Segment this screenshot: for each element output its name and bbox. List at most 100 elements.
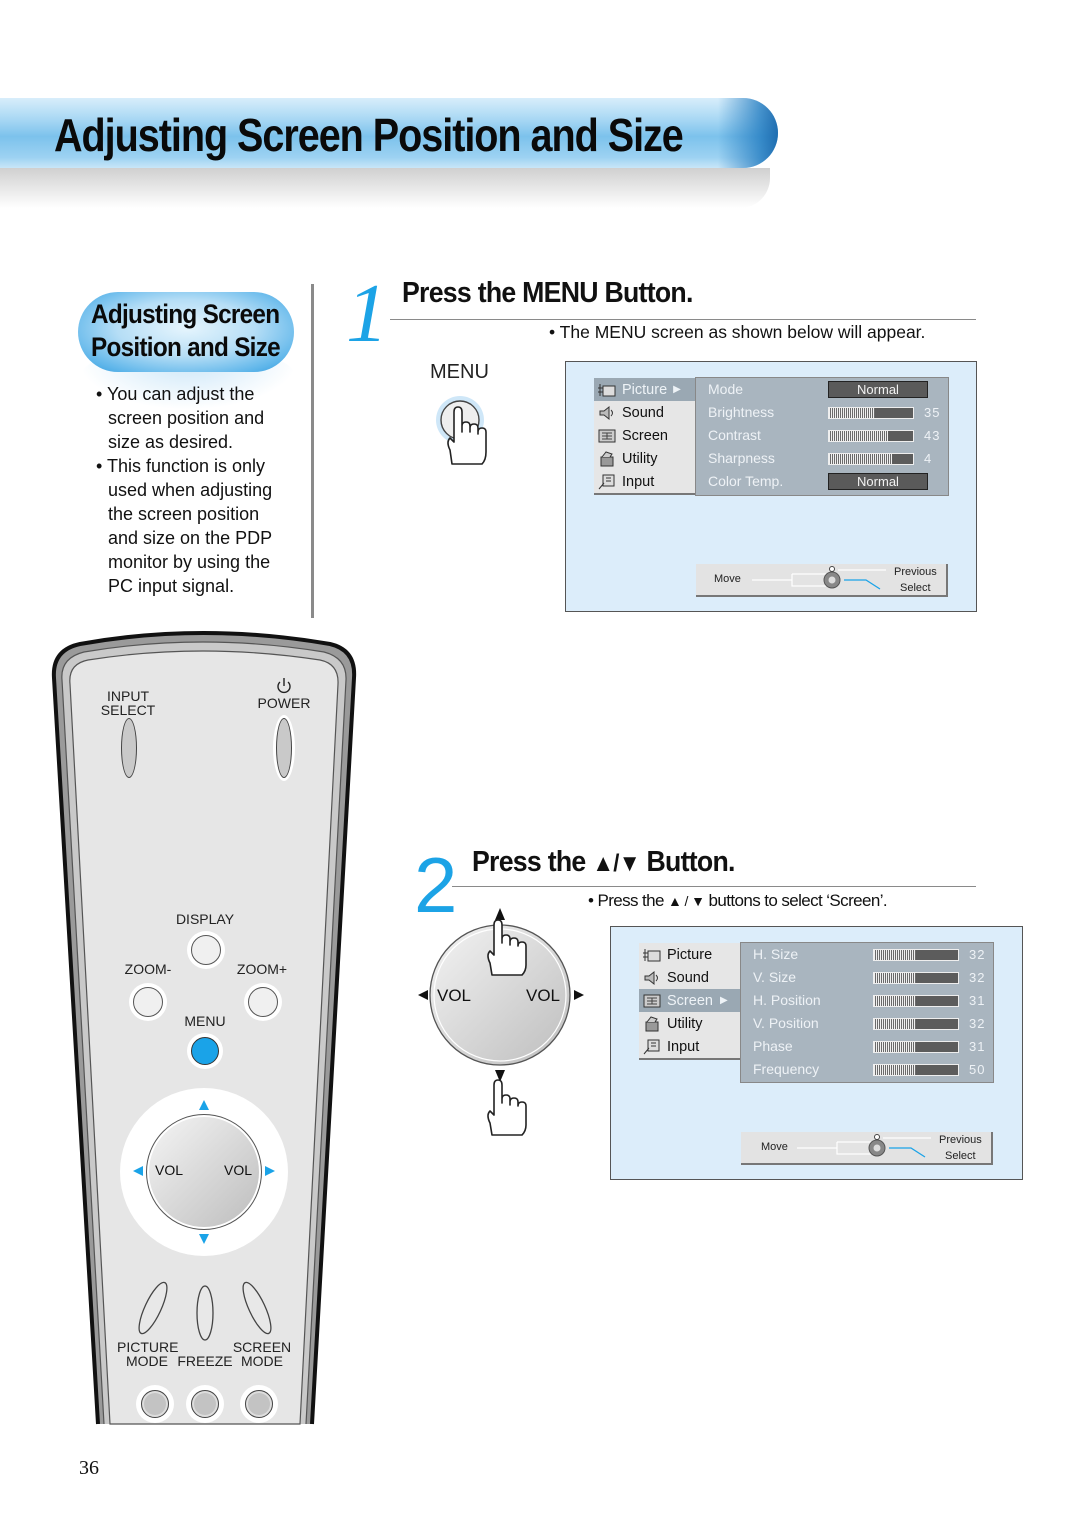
- dpad-vol-right-label: VOL: [526, 986, 561, 1005]
- osd2-setting-frequency[interactable]: Frequency 50: [741, 1058, 993, 1081]
- setting-slider[interactable]: [873, 1064, 959, 1076]
- input-select-label: INPUT SELECT: [98, 689, 158, 717]
- menu-button-label: MENU: [430, 361, 489, 383]
- menu-button-press-illustration[interactable]: [428, 390, 498, 480]
- remote-left-arrow-icon[interactable]: [133, 1166, 143, 1176]
- picture-mode-button[interactable]: [134, 1279, 172, 1337]
- setting-slider[interactable]: [873, 949, 959, 961]
- setting-select-value[interactable]: Normal: [828, 381, 928, 398]
- nav-move-label: Move: [761, 1141, 788, 1153]
- setting-label: Sharpness: [708, 450, 775, 466]
- screen-icon: [643, 994, 661, 1007]
- remote-bottom-button-1[interactable]: [141, 1390, 169, 1418]
- osd2-setting-v-size[interactable]: V. Size 32: [741, 966, 993, 989]
- osd1-setting-sharpness[interactable]: Sharpness 4: [696, 447, 948, 470]
- osd2-setting-h-size[interactable]: H. Size 32: [741, 943, 993, 966]
- dpad-press-illustration: [418, 908, 584, 1136]
- picture-icon: [598, 383, 616, 396]
- osd1-menu-item-screen[interactable]: Screen: [594, 424, 695, 447]
- setting-label: V. Position: [753, 1015, 819, 1031]
- section-heading-line2: Position and Size: [91, 332, 281, 362]
- setting-label: Phase: [753, 1038, 793, 1054]
- setting-value: 32: [969, 970, 986, 985]
- nav-move-label: Move: [714, 573, 741, 585]
- osd1-settings-panel: Mode Normal Brightness 35 Contrast 43 Sh…: [695, 377, 949, 496]
- osd1-setting-contrast[interactable]: Contrast 43: [696, 424, 948, 447]
- setting-label: H. Size: [753, 946, 799, 962]
- setting-slider[interactable]: [828, 453, 914, 465]
- setting-slider[interactable]: [828, 407, 914, 419]
- setting-select-value[interactable]: Normal: [828, 473, 928, 490]
- osd2-setting-h-position[interactable]: H. Position 31: [741, 989, 993, 1012]
- setting-slider[interactable]: [828, 430, 914, 442]
- osd2-menu-item-sound[interactable]: Sound: [639, 966, 740, 989]
- osd1-menu-item-utility[interactable]: Utility: [594, 447, 695, 470]
- power-button[interactable]: [276, 718, 292, 778]
- osd1-setting-color-temp[interactable]: Color Temp. Normal: [696, 470, 948, 493]
- picture-mode-label-line1: PICTURE: [117, 1339, 179, 1355]
- setting-value: 50: [969, 1062, 986, 1077]
- osd2-navigation-hint: Move Previous Select: [741, 1132, 993, 1165]
- step2-note-suffix: buttons to select ‘Screen’.: [708, 891, 888, 910]
- osd1-menu-label: Screen: [622, 427, 668, 444]
- osd2-menu-item-input[interactable]: Input: [639, 1035, 740, 1058]
- setting-slider[interactable]: [873, 995, 959, 1007]
- nav-previous-label: Previous: [939, 1134, 982, 1146]
- setting-slider[interactable]: [873, 1041, 959, 1053]
- setting-value: 31: [969, 1039, 986, 1054]
- remote-up-arrow-icon[interactable]: [199, 1100, 209, 1110]
- setting-value: 4: [924, 451, 933, 466]
- step1-title: Press the MENU Button.: [402, 277, 693, 309]
- screen-icon: [598, 429, 616, 442]
- display-button[interactable]: [191, 935, 221, 965]
- osd1-menu-item-picture[interactable]: Picture ▶: [594, 378, 695, 401]
- input-select-button[interactable]: [121, 718, 137, 778]
- osd1-menu-item-sound[interactable]: Sound: [594, 401, 695, 424]
- remote-mode-buttons: [134, 1279, 276, 1341]
- sound-icon: [599, 405, 613, 420]
- slider-fill: [874, 996, 916, 1006]
- freeze-button[interactable]: [196, 1285, 214, 1341]
- osd2-menu-item-picture[interactable]: Picture: [639, 943, 740, 966]
- osd1-menu-item-input[interactable]: Input: [594, 470, 695, 493]
- osd2-setting-phase[interactable]: Phase 31: [741, 1035, 993, 1058]
- pressing-hand-icon: [487, 1079, 527, 1136]
- step1-note: • The MENU screen as shown below will ap…: [549, 322, 926, 342]
- osd2-menu-label: Picture: [667, 946, 713, 963]
- osd2-menu-label: Sound: [667, 969, 709, 986]
- setting-slider[interactable]: [873, 1018, 959, 1030]
- up-arrow-icon: [495, 908, 505, 920]
- remote-menu-button[interactable]: [191, 1037, 219, 1065]
- setting-slider[interactable]: [873, 972, 959, 984]
- osd1-menu-label: Sound: [622, 404, 664, 421]
- remote-bottom-button-3[interactable]: [245, 1390, 273, 1418]
- osd1-setting-brightness[interactable]: Brightness 35: [696, 401, 948, 424]
- selected-arrow-icon: ▶: [673, 384, 681, 395]
- setting-value: 35: [924, 405, 941, 420]
- nav-joystick-icon: [797, 1134, 931, 1158]
- slider-fill: [874, 1042, 916, 1052]
- setting-value: 32: [969, 1016, 986, 1031]
- input-select-label-line1: INPUT: [107, 688, 149, 704]
- osd1-setting-mode[interactable]: Mode Normal: [696, 378, 948, 401]
- osd2-menu-item-screen[interactable]: Screen ▶: [639, 989, 740, 1012]
- remote-down-arrow-icon[interactable]: [199, 1234, 209, 1244]
- picture-mode-label-line2: MODE: [126, 1353, 168, 1369]
- input-icon: [598, 474, 615, 489]
- step2-title: Press the ▲/▼ Button.: [472, 846, 735, 879]
- osd2-menu-label: Screen: [667, 992, 713, 1009]
- sidebar-bullet: • This function is only used when adjust…: [96, 456, 273, 596]
- up-down-arrows-icon: ▲ / ▼: [668, 893, 705, 909]
- sound-icon: [644, 970, 658, 985]
- power-icon: [277, 678, 291, 694]
- osd2-menu-label: Utility: [667, 1015, 703, 1032]
- setting-value: 43: [924, 428, 941, 443]
- remote-right-arrow-icon[interactable]: [265, 1166, 275, 1176]
- zoom-minus-label: ZOOM-: [124, 961, 172, 977]
- zoom-plus-button[interactable]: [248, 987, 278, 1017]
- screen-mode-button[interactable]: [238, 1279, 276, 1337]
- remote-bottom-button-2[interactable]: [191, 1390, 219, 1418]
- osd2-menu-item-utility[interactable]: Utility: [639, 1012, 740, 1035]
- zoom-minus-button[interactable]: [133, 987, 163, 1017]
- osd2-setting-v-position[interactable]: V. Position 32: [741, 1012, 993, 1035]
